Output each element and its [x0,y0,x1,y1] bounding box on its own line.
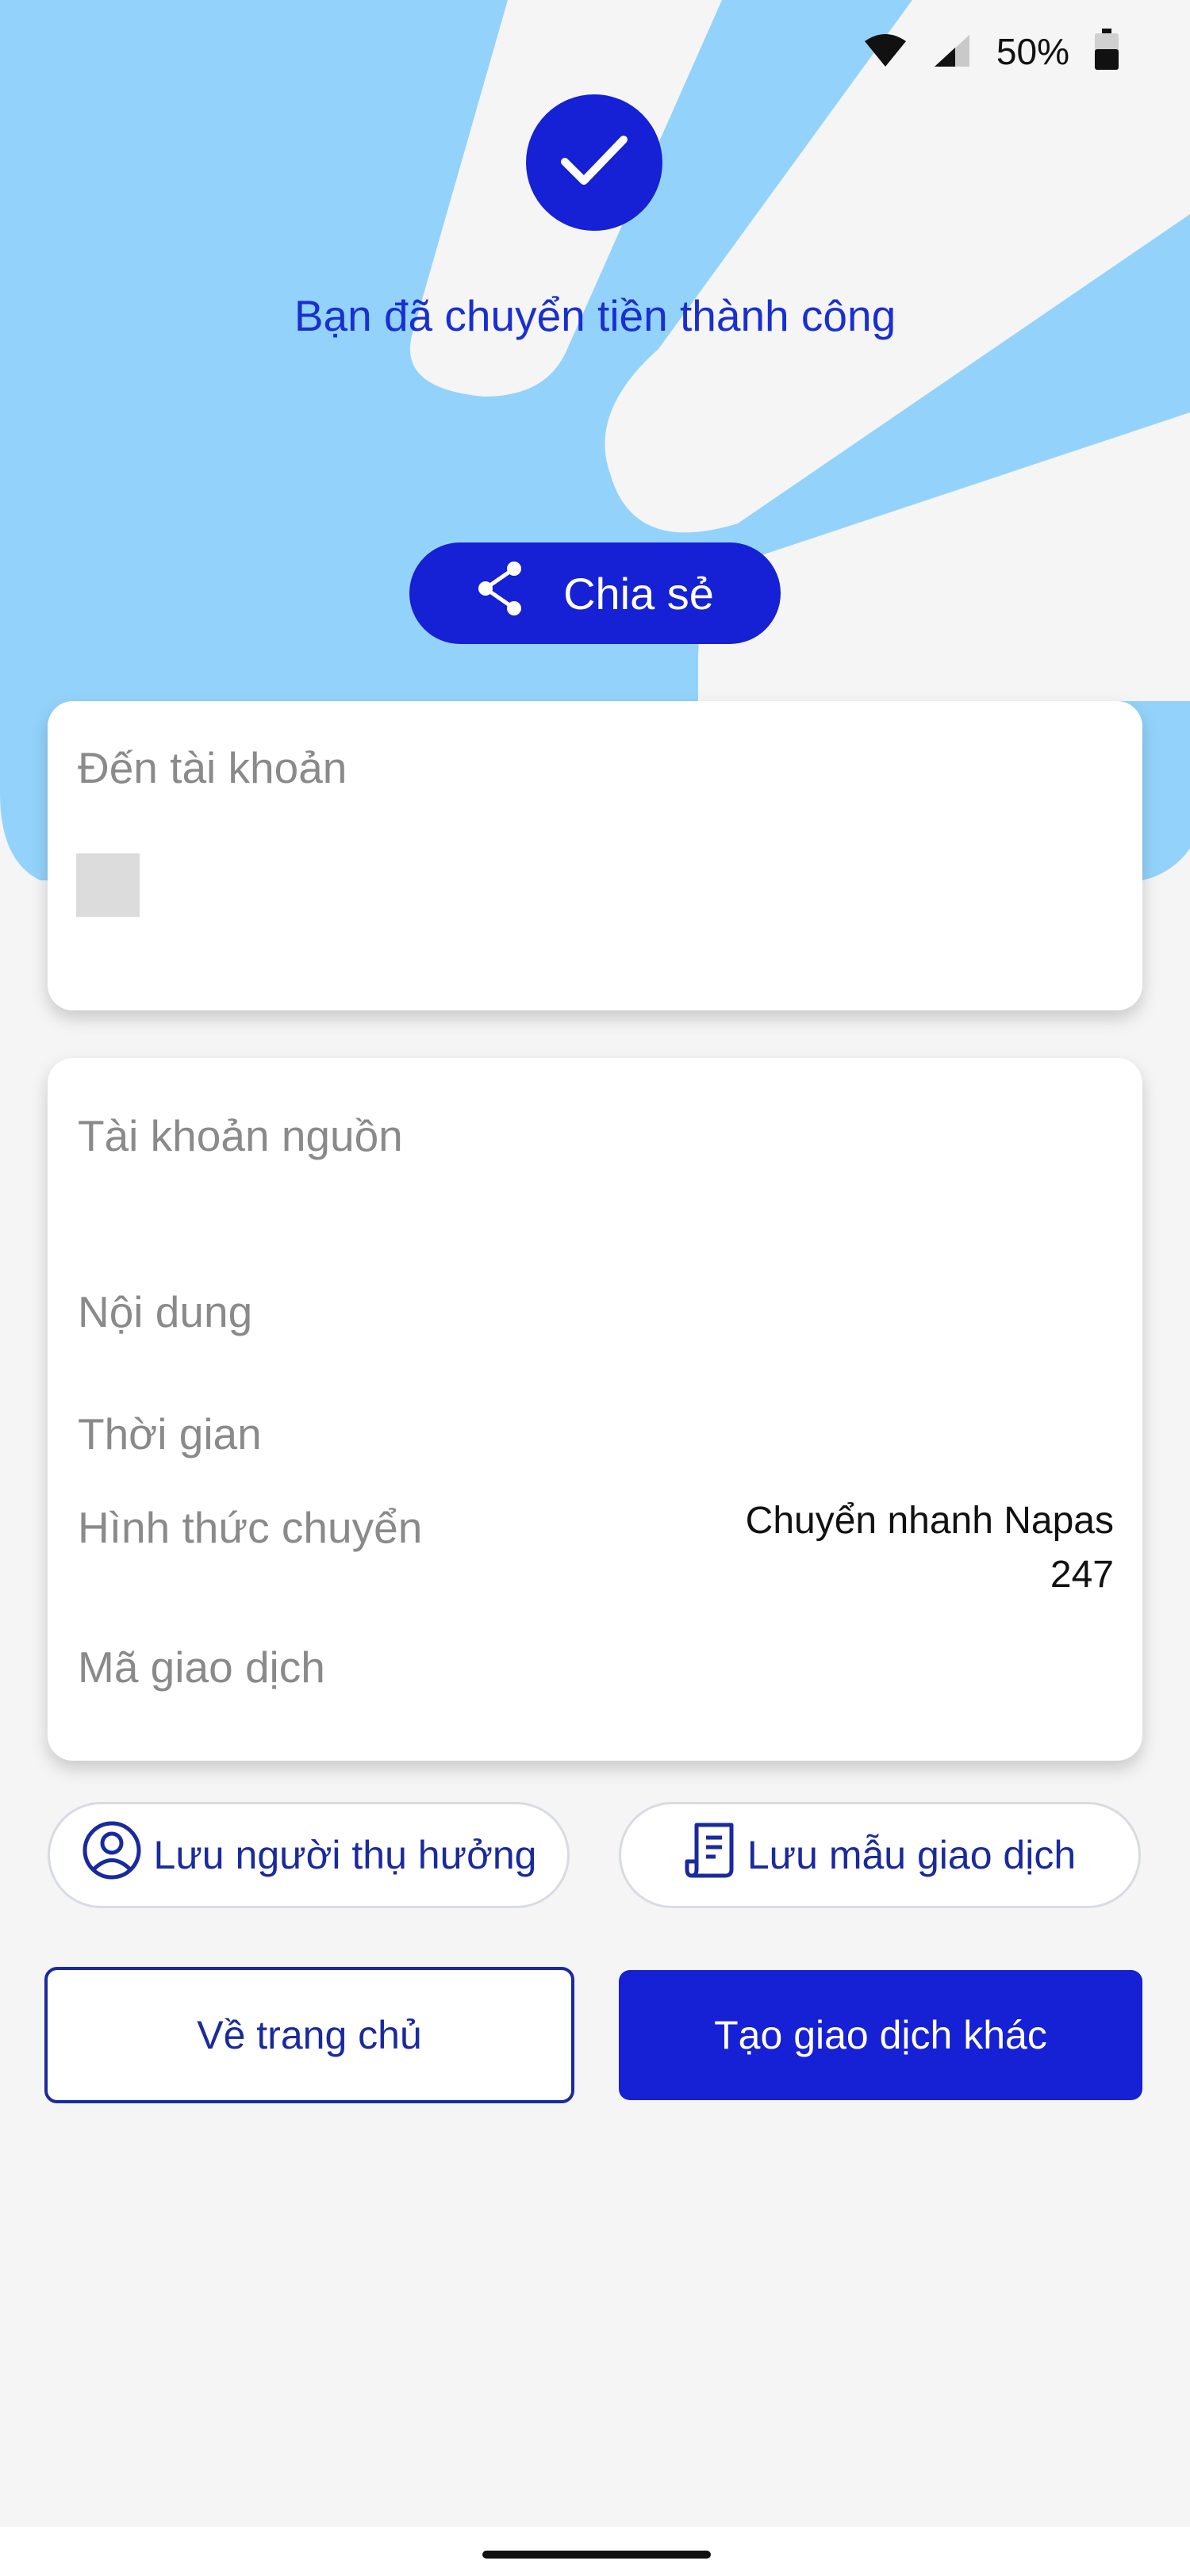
transfer-method-label: Hình thức chuyển [78,1503,423,1552]
transfer-method-value-line2: 247 [1050,1554,1114,1596]
save-template-button[interactable]: Lưu mẫu giao dịch [619,1802,1141,1908]
home-button[interactable]: Về trang chủ [44,1967,574,2103]
transfer-method-value: Chuyển nhanh Napas 247 [746,1494,1114,1602]
save-template-label: Lưu mẫu giao dịch [747,1833,1077,1877]
share-icon [476,561,527,627]
recipient-label: Đến tài khoản [78,743,347,792]
transaction-details-card: Tài khoản nguồn Nội dung Thời gian Hình … [48,1058,1142,1761]
save-beneficiary-label: Lưu người thụ hưởng [153,1833,537,1877]
receipt-icon [684,1822,736,1888]
battery-icon [1093,28,1120,75]
share-button[interactable]: Chia sẻ [409,542,781,644]
new-transaction-button[interactable]: Tạo giao dịch khác [619,1970,1142,2100]
content-label: Nội dung [78,1287,253,1336]
success-check-badge [526,94,662,231]
save-beneficiary-button[interactable]: Lưu người thụ hưởng [48,1802,570,1908]
share-label: Chia sẻ [563,568,714,619]
user-circle-icon [81,1819,143,1891]
wifi-icon [863,32,908,72]
source-account-label: Tài khoản nguồn [78,1111,403,1160]
home-indicator[interactable] [482,2551,711,2559]
check-icon [559,133,630,193]
time-label: Thời gian [78,1409,262,1459]
signal-icon [931,32,973,72]
status-bar: 50% [863,24,1120,79]
transfer-method-value-line1: Chuyển nhanh Napas [745,1500,1114,1542]
battery-percent: 50% [996,31,1069,72]
transaction-id-label: Mã giao dịch [78,1643,325,1692]
success-message: Bạn đã chuyển tiền thành công [294,291,896,340]
recipient-card: Đến tài khoản [48,701,1142,1010]
recipient-avatar-placeholder [76,853,140,917]
